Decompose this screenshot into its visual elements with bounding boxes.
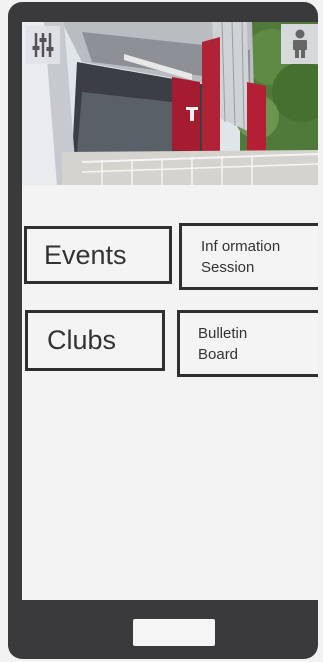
bulletin-board-tile[interactable]: Bulletin Board [177, 310, 318, 377]
home-button[interactable] [133, 619, 215, 646]
sliders-icon [31, 31, 55, 59]
clubs-tile[interactable]: Clubs [25, 310, 165, 371]
device-frame: Events Inf ormation Session Clubs Bullet… [8, 2, 318, 659]
profile-button[interactable] [281, 24, 318, 64]
settings-button[interactable] [26, 26, 60, 64]
clubs-label: Clubs [47, 325, 117, 355]
person-icon [290, 29, 310, 59]
events-tile[interactable]: Events [24, 226, 172, 284]
information-session-tile[interactable]: Inf ormation Session [179, 223, 318, 290]
events-label: Events [44, 239, 127, 270]
information-session-label: Inf ormation Session [201, 237, 281, 276]
app-screen: Events Inf ormation Session Clubs Bullet… [22, 22, 318, 600]
hero-image [22, 22, 318, 185]
bulletin-board-label: Bulletin Board [198, 324, 248, 363]
